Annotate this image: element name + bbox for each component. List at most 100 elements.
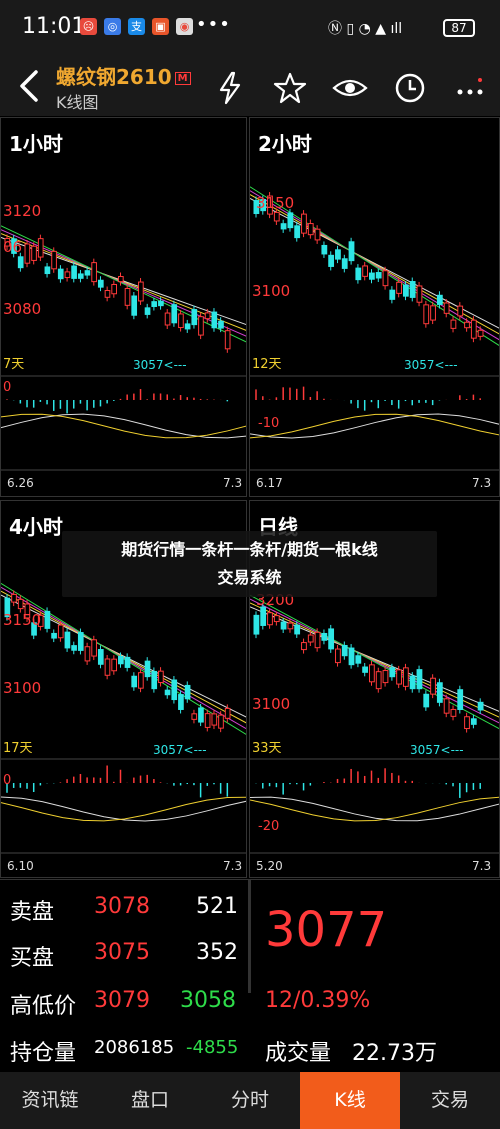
candle-body xyxy=(430,305,436,321)
candle-body xyxy=(402,667,409,687)
candle-body xyxy=(91,262,97,283)
chart-panel-2h[interactable]: 2小时 3150 3100 12天 3057<--- -10 6.17 7.3 xyxy=(249,117,500,497)
watch-button[interactable] xyxy=(332,70,368,106)
candle-body xyxy=(24,243,31,264)
moving-average-line xyxy=(1,586,246,730)
candle-body xyxy=(184,323,191,330)
tab-trade[interactable]: 交易 xyxy=(400,1072,500,1129)
bar-count-label: 17天 xyxy=(3,741,33,756)
lightning-button[interactable] xyxy=(212,70,248,106)
battery-icon: 87 xyxy=(443,19,475,37)
app-header: 螺纹钢2610 M K线图 xyxy=(0,58,500,116)
candle-body xyxy=(211,713,218,726)
candle-body xyxy=(77,632,84,651)
divider xyxy=(248,880,251,993)
macd-label: -10 xyxy=(258,416,280,431)
candle-body xyxy=(204,713,211,728)
favorite-button[interactable] xyxy=(272,70,308,106)
candle-body xyxy=(307,223,314,236)
candle-body xyxy=(178,694,184,710)
candle-body xyxy=(389,667,396,678)
candle-body xyxy=(457,689,464,710)
candle-body xyxy=(457,305,464,317)
candle-body xyxy=(436,682,443,703)
price-label: 3100 xyxy=(252,282,291,300)
candle-body xyxy=(184,684,191,700)
candle-body xyxy=(464,716,470,730)
candle-body xyxy=(450,708,457,717)
candle-body xyxy=(301,642,307,651)
candle-body xyxy=(375,272,382,279)
candle-body xyxy=(369,272,375,280)
candle-body xyxy=(64,271,71,279)
last-price: 3077 xyxy=(265,902,388,958)
candle-body xyxy=(51,250,57,270)
candle-body xyxy=(314,228,321,241)
chart-panel-1h[interactable]: 1小时 3120 06 3080 7天 3057<--- 0 6.26 7.3 xyxy=(0,117,247,497)
page-subtitle: K线图 xyxy=(56,93,99,112)
status-time: 11:01 xyxy=(22,14,86,39)
tab-kline[interactable]: K线 xyxy=(300,1072,400,1129)
candle-body xyxy=(138,281,144,302)
candle-body xyxy=(335,648,341,664)
high-low-label: 高低价 xyxy=(10,994,77,1019)
history-button[interactable] xyxy=(392,70,428,106)
candle-body xyxy=(31,245,37,261)
candle-body xyxy=(218,714,224,729)
tab-news[interactable]: 资讯链 xyxy=(0,1072,100,1129)
candle-body xyxy=(341,644,348,657)
app-notification-icon: ☹ xyxy=(80,18,97,35)
status-bar: 11:01 ☹ ◎ 支 ▣ ◉ ••• Ⓝ ▯ ◔ ▲ ıll 87 xyxy=(0,0,500,58)
tab-orderbook[interactable]: 盘口 xyxy=(100,1072,200,1129)
more-button[interactable] xyxy=(452,70,488,106)
candle-body xyxy=(273,211,280,222)
banner-line-1: 期货行情一条杆一条杆/期货一根k线 xyxy=(121,540,378,559)
candle-body xyxy=(191,309,198,326)
high-price: 3079 xyxy=(94,988,150,1013)
macd-line xyxy=(1,796,246,822)
article-title-banner: 期货行情一条杆一条杆/期货一根k线 交易系统 xyxy=(62,531,437,597)
bar-count-label: 7天 xyxy=(3,357,25,372)
candle-body xyxy=(341,258,348,269)
candle-body xyxy=(328,254,335,267)
more-notifications-icon: ••• xyxy=(196,14,231,35)
candle-body xyxy=(198,707,204,723)
candle-body xyxy=(17,598,24,610)
macd-line xyxy=(250,796,499,822)
tab-timeshare[interactable]: 分时 xyxy=(200,1072,300,1129)
candle-body xyxy=(71,645,77,651)
volume: 22.73万 xyxy=(352,1041,437,1066)
candle-body xyxy=(17,256,24,269)
candle-body xyxy=(131,675,138,688)
macd-label: 0 xyxy=(3,773,12,788)
candle-body xyxy=(104,290,111,298)
buy-qty: 352 xyxy=(196,940,238,965)
candle-body xyxy=(164,312,171,326)
candle-body xyxy=(267,612,273,626)
chevron-left-icon xyxy=(20,70,38,102)
low-price: 3058 xyxy=(180,988,236,1013)
price-label: 3100 xyxy=(252,695,291,713)
open-interest: 2086185 xyxy=(94,1037,175,1058)
candle-body xyxy=(335,249,341,260)
candle-body xyxy=(84,646,91,662)
candle-body xyxy=(348,647,355,666)
candle-body xyxy=(44,266,51,275)
banner-line-2: 交易系统 xyxy=(217,568,282,587)
candle-body xyxy=(477,329,484,337)
candle-body xyxy=(287,212,294,229)
quote-panel: 卖盘 3078 521 买盘 3075 352 高低价 3079 3058 持仓… xyxy=(0,879,500,1072)
volume-label: 成交量 xyxy=(265,1041,332,1066)
candle-body xyxy=(443,698,450,714)
candle-body xyxy=(436,294,443,305)
candle-body xyxy=(307,634,314,643)
macd-label: 0 xyxy=(3,380,12,395)
candle-body xyxy=(450,319,457,329)
back-button[interactable] xyxy=(12,64,48,108)
candle-body xyxy=(57,268,64,280)
price-label: 3150 xyxy=(256,194,295,212)
candle-body xyxy=(321,244,328,255)
price-label: 3120 xyxy=(3,202,42,220)
bar-count-label: 33天 xyxy=(252,741,282,756)
candle-body xyxy=(57,624,64,639)
